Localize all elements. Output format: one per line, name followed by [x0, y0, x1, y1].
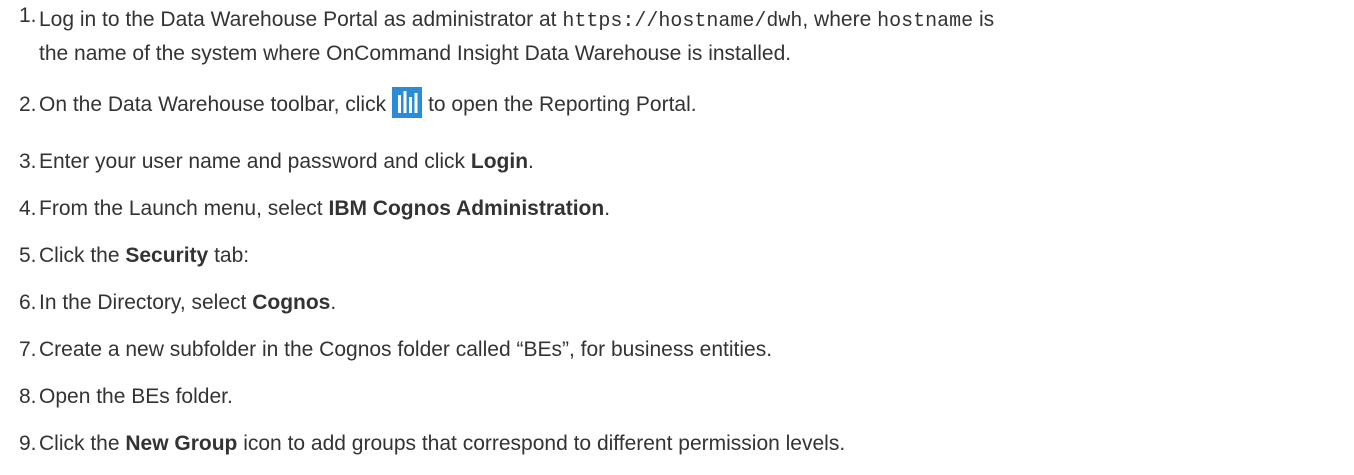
step-4: 4. From the Launch menu, select IBM Cogno… — [19, 193, 1344, 225]
cognos-term: Cognos — [252, 291, 331, 314]
step-number: 9. — [19, 432, 37, 455]
step-3: 3. Enter your user name and password and … — [19, 146, 1344, 178]
step-9: 9. Click the New Group icon to add groups… — [19, 428, 1344, 460]
step-5: 5. Click the Security tab: — [19, 240, 1344, 272]
step-text: . — [604, 197, 611, 220]
step-number: 5. — [19, 244, 37, 267]
step-text: In the Directory, select — [39, 291, 253, 314]
step-text: . — [528, 150, 534, 173]
step-2: 2. On the Data Warehouse toolbar, click to… — [19, 86, 1344, 121]
step-text: On the Data Warehouse toolbar, click — [39, 93, 387, 116]
step-text: Log in to the Data Warehouse Portal as a… — [39, 8, 563, 31]
security-tab-term: Security — [125, 244, 209, 267]
reporting-portal-icon[interactable] — [392, 86, 423, 118]
procedure-steps: 1. Log in to the Data Warehouse Portal as… — [0, 0, 1354, 475]
step-text: Click the — [39, 244, 126, 267]
step-text: Enter your user name and password and cl… — [39, 150, 471, 173]
step-number: 2. — [19, 93, 37, 116]
new-group-term: New Group — [125, 432, 238, 455]
step-text: Create a new subfolder in the Cognos fol… — [39, 338, 773, 361]
menu-item-term: IBM Cognos Administration — [328, 197, 605, 220]
hostname-code: hostname — [877, 10, 974, 33]
step-8: 8. Open the BEs folder. — [19, 381, 1344, 413]
step-text-continued: the name of the system where OnCommand I… — [39, 42, 792, 65]
step-text: tab: — [208, 244, 250, 267]
step-1: 1. Log in to the Data Warehouse Portal as… — [19, 4, 1344, 70]
step-text: Open the BEs folder. — [39, 385, 233, 408]
step-text: to open the Reporting Portal. — [428, 93, 697, 116]
step-number: 4. — [19, 197, 37, 220]
step-text: . — [330, 291, 337, 314]
step-7: 7. Create a new subfolder in the Cognos f… — [19, 334, 1344, 366]
step-number: 8. — [19, 385, 37, 408]
step-number: 3. — [19, 150, 37, 173]
step-text: Click the — [39, 432, 126, 455]
step-number: 1. — [19, 4, 37, 27]
step-text: icon to add groups that correspond to di… — [237, 432, 846, 455]
step-number: 6. — [19, 291, 37, 314]
step-6: 6. In the Directory, select Cognos. — [19, 287, 1344, 319]
url-code: https://hostname/dwh — [562, 10, 803, 33]
step-text: is — [973, 8, 995, 31]
step-text: From the Launch menu, select — [39, 197, 329, 220]
login-term: Login — [470, 150, 529, 173]
step-text: , where — [802, 8, 878, 31]
step-number: 7. — [19, 338, 37, 361]
